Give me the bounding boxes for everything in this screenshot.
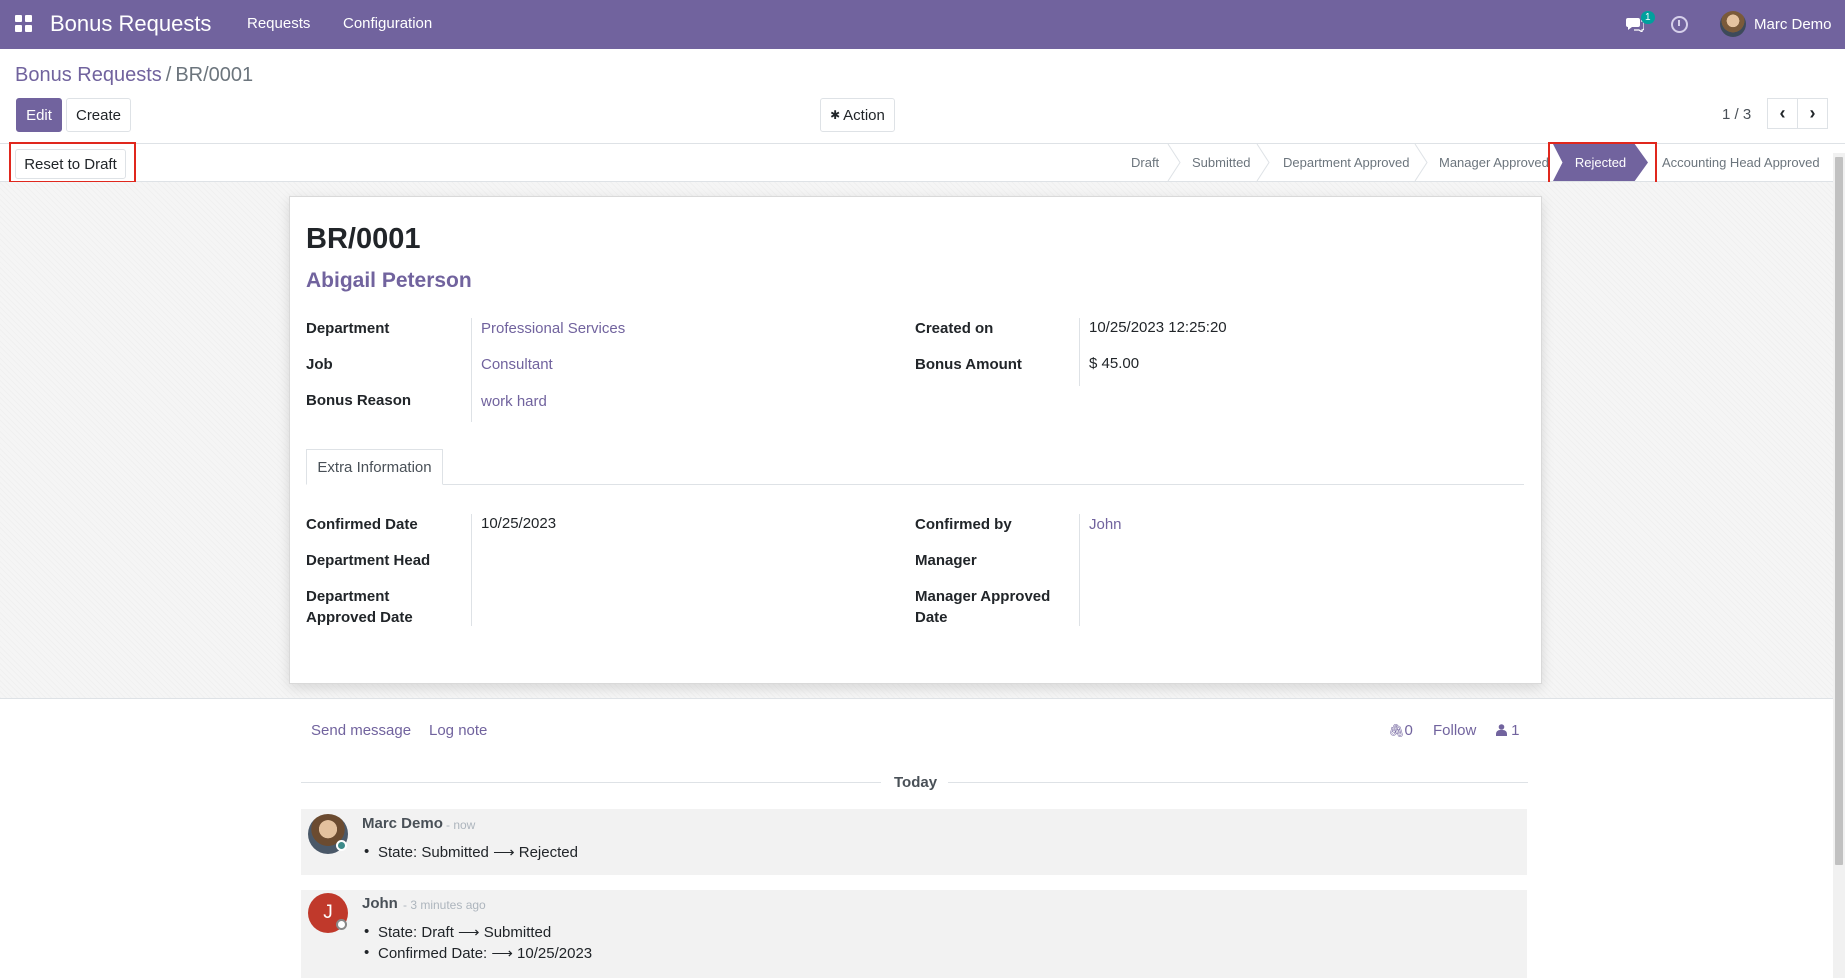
pager-next-button[interactable]: › (1797, 98, 1828, 129)
field-label-manager-approved-date: Manager Approved Date (915, 586, 1050, 628)
stage-manager-approved[interactable]: Manager Approved (1439, 144, 1549, 181)
field-value-department[interactable]: Professional Services (481, 320, 625, 337)
followers-count: 1 (1511, 722, 1520, 739)
breadcrumb: Bonus Requests / BR/0001 (15, 64, 253, 87)
message-time: - now (446, 818, 476, 832)
message-author[interactable]: John (362, 895, 398, 912)
field-label-bonus-reason: Bonus Reason (306, 392, 412, 409)
chatter-message: J John - 3 minutes ago State: Draft ⟶ Su… (301, 890, 1527, 978)
field-label-manager: Manager (915, 552, 977, 569)
field-divider (471, 318, 472, 422)
stage-submitted[interactable]: Submitted (1192, 144, 1251, 181)
stage-department-approved[interactable]: Department Approved (1283, 144, 1409, 181)
record-reference: BR/0001 (306, 223, 421, 255)
message-line: Confirmed Date: ⟶ 10/25/2023 (364, 944, 592, 962)
field-value-bonus-reason[interactable]: work hard (481, 393, 547, 410)
stage-separator (1167, 144, 1181, 181)
followers-button[interactable]: 1 (1496, 722, 1520, 739)
label-line: Approved Date (306, 609, 413, 626)
vertical-scrollbar[interactable] (1833, 153, 1845, 978)
highlight-box-reset (9, 142, 136, 183)
breadcrumb-current: BR/0001 (175, 64, 254, 86)
follow-button[interactable]: Follow (1433, 722, 1476, 739)
label-line: Date (915, 609, 948, 626)
chatter-message: Marc Demo - now State: Submitted ⟶ Rejec… (301, 809, 1527, 875)
form-sheet: BR/0001 Abigail Peterson Department Prof… (289, 196, 1542, 684)
message-line: State: Submitted ⟶ Rejected (364, 843, 578, 861)
menu-requests[interactable]: Requests (247, 15, 310, 32)
stage-accounting-head-approved[interactable]: Accounting Head Approved (1662, 144, 1820, 181)
field-value-bonus-amount: $ 45.00 (1089, 355, 1140, 372)
field-label-department: Department (306, 320, 390, 337)
highlight-box-rejected (1548, 142, 1657, 186)
send-message-button[interactable]: Send message (311, 722, 411, 739)
pager-value[interactable]: 1 / 3 (1722, 106, 1751, 123)
stage-separator (1414, 144, 1428, 181)
attachments-button[interactable]: 🖇0 (1388, 722, 1413, 739)
attachments-count: 0 (1404, 722, 1413, 739)
paperclip-icon: 🖇 (1388, 723, 1405, 738)
activity-clock-icon[interactable] (1671, 16, 1688, 33)
message-line: State: Draft ⟶ Submitted (364, 923, 551, 941)
field-label-job: Job (306, 356, 333, 373)
app-brand[interactable]: Bonus Requests (50, 11, 211, 37)
field-divider (471, 514, 472, 626)
breadcrumb-separator: / (165, 64, 172, 86)
field-label-department-approved-date: Department Approved Date (306, 586, 413, 628)
user-icon (1496, 724, 1507, 736)
date-divider-label: Today (894, 774, 938, 791)
tab-extra-information[interactable]: Extra Information (306, 449, 443, 485)
field-label-department-head: Department Head (306, 552, 431, 569)
field-divider (1079, 514, 1080, 626)
user-avatar[interactable] (1720, 11, 1746, 37)
top-navbar: Bonus Requests Requests Configuration 1 … (0, 0, 1845, 49)
label-line: Department (306, 588, 390, 605)
field-divider (1079, 318, 1080, 386)
field-value-confirmed-date: 10/25/2023 (481, 515, 557, 532)
chevron-left-icon: ‹ (1779, 103, 1786, 123)
field-label-confirmed-date: Confirmed Date (306, 516, 418, 533)
message-time: - 3 minutes ago (403, 898, 486, 912)
avatar-initial: J (323, 902, 333, 923)
scrollbar-thumb[interactable] (1835, 157, 1843, 865)
online-status-dot (336, 840, 347, 851)
edit-button[interactable]: Edit (16, 98, 62, 132)
pager-previous-button[interactable]: ‹ (1767, 98, 1798, 129)
stage-draft[interactable]: Draft (1131, 144, 1159, 181)
field-value-created-on: 10/25/2023 12:25:20 (1089, 319, 1227, 336)
chevron-right-icon: › (1809, 103, 1816, 123)
field-label-created-on: Created on (915, 320, 994, 337)
gear-icon: ✱ (830, 108, 841, 122)
create-button[interactable]: Create (66, 98, 131, 132)
field-label-confirmed-by: Confirmed by (915, 516, 1012, 533)
action-button[interactable]: ✱ Action (820, 98, 895, 132)
user-name[interactable]: Marc Demo (1754, 16, 1832, 33)
message-author[interactable]: Marc Demo (362, 815, 443, 832)
offline-status-dot (336, 919, 347, 930)
employee-name-link[interactable]: Abigail Peterson (306, 269, 472, 293)
date-divider-line (301, 782, 881, 783)
apps-menu-icon[interactable] (15, 15, 32, 32)
chatter-divider (0, 698, 1833, 699)
field-label-bonus-amount: Bonus Amount (915, 356, 1022, 373)
chat-count-badge: 1 (1641, 11, 1655, 24)
menu-configuration[interactable]: Configuration (343, 15, 432, 32)
field-value-confirmed-by[interactable]: John (1089, 516, 1122, 533)
log-note-button[interactable]: Log note (429, 722, 487, 739)
tab-divider (306, 484, 1524, 485)
breadcrumb-parent-link[interactable]: Bonus Requests (15, 64, 162, 86)
stage-separator (1256, 144, 1270, 181)
date-divider-line (948, 782, 1528, 783)
field-value-job[interactable]: Consultant (481, 356, 553, 373)
action-label: Action (843, 106, 885, 124)
label-line: Manager Approved (915, 588, 1051, 605)
